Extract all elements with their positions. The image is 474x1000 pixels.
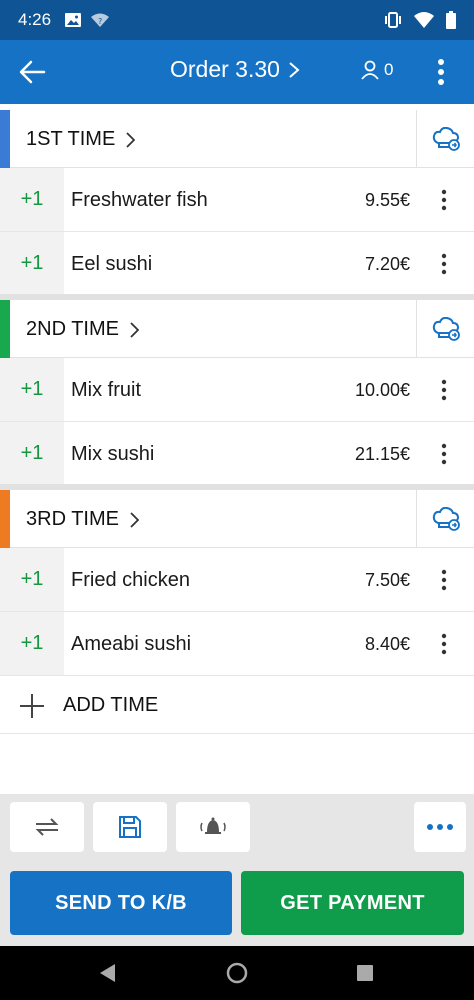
gallery-icon [65,13,82,27]
section-label: 3RD TIME [26,508,139,531]
item-price: 7.50€ [364,570,410,590]
item-price: 21.15€ [354,444,410,464]
floppy-disk-icon [119,816,141,838]
item-name: Freshwater fish [71,189,208,211]
item-name: Ameabi sushi [71,633,192,655]
add-time-label: ADD TIME [63,694,159,716]
list-item[interactable]: +1 Fried chicken 7.50€ [0,548,474,612]
section-color-stripe [0,110,10,168]
more-options-icon[interactable] [436,632,452,656]
item-name: Mix sushi [71,443,155,465]
notify-button[interactable] [176,802,250,852]
bell-icon [200,817,226,834]
guest-count-button[interactable]: 0 [360,60,393,80]
item-quantity[interactable]: +1 [0,168,64,231]
status-bar: 4:26 ? [0,0,474,40]
item-price: 9.55€ [364,190,410,210]
ellipsis-icon [427,824,453,830]
swap-icon [35,818,59,836]
svg-text:?: ? [98,17,102,26]
more-actions-button[interactable] [414,802,466,852]
status-time: 4:26 [18,10,52,29]
toolbar [0,794,474,860]
nav-recents-icon[interactable] [356,964,374,982]
nav-home-icon[interactable] [226,962,248,984]
plus-icon [20,694,44,718]
more-options-icon[interactable] [436,442,452,466]
section-label: 2ND TIME [26,318,139,341]
item-price: 7.20€ [364,254,410,274]
item-price: 10.00€ [354,380,410,400]
chevron-right-icon [130,321,139,338]
send-to-kb-button[interactable]: SEND TO K/B [10,871,232,935]
more-options-icon[interactable] [436,378,452,402]
more-options-icon[interactable] [436,568,452,592]
nav-back-icon[interactable] [98,963,116,983]
person-icon [361,60,379,80]
item-name: Fried chicken [71,569,190,591]
battery-icon [446,11,456,29]
guest-count: 0 [384,60,394,79]
chef-hat-icon[interactable] [416,300,474,358]
chevron-right-icon [126,131,136,148]
item-quantity[interactable]: +1 [0,232,64,295]
wifi-icon [414,12,434,28]
wifi-question-icon: ? [91,13,110,27]
add-time-button[interactable]: ADD TIME [0,676,474,734]
more-options-icon[interactable] [436,252,452,276]
item-quantity[interactable]: +1 [0,612,64,675]
list-item[interactable]: +1 Freshwater fish 9.55€ [0,168,474,232]
transfer-button[interactable] [10,802,84,852]
kebab-icon[interactable] [430,58,452,86]
more-options-icon[interactable] [436,188,452,212]
chevron-right-icon [289,61,300,78]
order-title-button[interactable]: Order 3.30 [170,56,300,83]
item-quantity[interactable]: +1 [0,358,64,421]
action-bar: SEND TO K/B GET PAYMENT [0,860,474,946]
item-name: Eel sushi [71,253,153,275]
item-quantity[interactable]: +1 [0,422,64,485]
section-header-2nd-time[interactable]: 2ND TIME [0,300,474,358]
list-item[interactable]: +1 Eel sushi 7.20€ [0,232,474,296]
chevron-right-icon [130,511,139,528]
save-button[interactable] [93,802,167,852]
chef-hat-icon[interactable] [416,490,474,548]
chef-hat-icon[interactable] [416,110,474,168]
order-list: 1ST TIME +1 Freshwater fish 9.55€ +1 Eel… [0,104,474,794]
item-price: 8.40€ [364,634,410,654]
vibrate-icon [385,12,401,28]
section-header-3rd-time[interactable]: 3RD TIME [0,490,474,548]
page-title: Order 3.30 [170,56,280,82]
app-bar: Order 3.30 0 [0,40,474,104]
section-color-stripe [0,300,10,358]
section-header-1st-time[interactable]: 1ST TIME [0,110,474,168]
item-name: Mix fruit [71,379,141,401]
arrow-left-icon[interactable] [18,58,46,86]
list-item[interactable]: +1 Mix sushi 21.15€ [0,422,474,486]
get-payment-button[interactable]: GET PAYMENT [241,871,464,935]
list-item[interactable]: +1 Ameabi sushi 8.40€ [0,612,474,676]
system-nav-bar [0,946,474,1000]
section-label: 1ST TIME [26,128,136,151]
item-quantity[interactable]: +1 [0,548,64,611]
list-item[interactable]: +1 Mix fruit 10.00€ [0,358,474,422]
section-color-stripe [0,490,10,548]
